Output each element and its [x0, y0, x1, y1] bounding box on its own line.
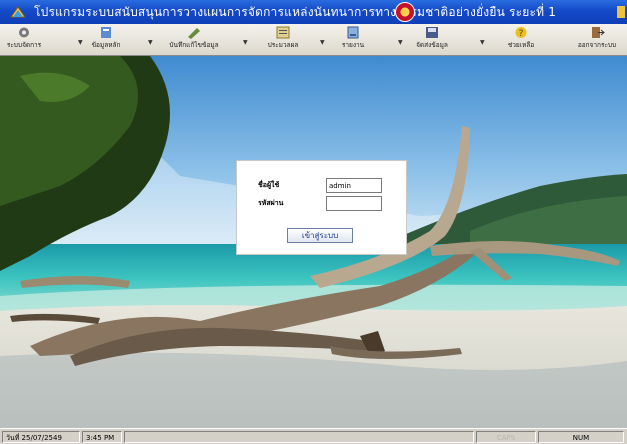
- password-label: รหัสผ่าน: [258, 199, 284, 207]
- toolbar-system-button[interactable]: ระบบจัดการ: [4, 25, 44, 54]
- toolbar-label: ระบบจัดการ: [6, 41, 42, 49]
- toolbar-help-button[interactable]: ? ช่วยเหลือ: [501, 25, 541, 54]
- toolbar-master-data-button[interactable]: ข้อมูลหลัก: [86, 25, 126, 54]
- main-toolbar: ระบบจัดการ ▼ ข้อมูลหลัก ▼ บันทึกแก้ไขข้อ…: [0, 24, 627, 56]
- exit-icon: [589, 26, 605, 39]
- status-time: 3:45 PM: [82, 431, 122, 443]
- help-icon: ?: [513, 26, 529, 39]
- toolbar-label: ข้อมูลหลัก: [91, 41, 121, 49]
- toolbar-exit-button[interactable]: ออกจากระบบ: [568, 25, 626, 54]
- toolbar-edit-data-button[interactable]: บันทึกแก้ไขข้อมูล: [158, 25, 230, 54]
- toolbar-send-data-button[interactable]: จัดส่งข้อมูล: [405, 25, 459, 54]
- edit-icon: [186, 26, 202, 39]
- dropdown-arrow-icon[interactable]: ▼: [243, 39, 248, 46]
- app-icon: [10, 6, 26, 18]
- dropdown-arrow-icon[interactable]: ▼: [148, 39, 153, 46]
- status-caps: CAPS: [476, 431, 536, 443]
- title-bar: โปรแกรมระบบสนับสนุนการวางแผนการจัดการแหล…: [0, 0, 627, 24]
- system-icon: [16, 26, 32, 39]
- password-field[interactable]: [326, 196, 382, 211]
- toolbar-label: รายงาน: [341, 41, 365, 49]
- emblem-icon: [395, 2, 415, 22]
- dropdown-arrow-icon[interactable]: ▼: [320, 39, 325, 46]
- login-dialog: ชื่อผู้ใช้ รหัสผ่าน เข้าสู่ระบบ: [236, 160, 407, 255]
- dropdown-arrow-icon[interactable]: ▼: [480, 39, 485, 46]
- toolbar-label: บันทึกแก้ไขข้อมูล: [169, 41, 219, 49]
- status-date: วันที่ 25/07/2549: [2, 431, 80, 443]
- database-icon: [98, 26, 114, 39]
- toolbar-label: ออกจากระบบ: [577, 41, 617, 49]
- toolbar-label: ช่วยเหลือ: [507, 41, 535, 49]
- process-icon: [275, 26, 291, 39]
- username-field[interactable]: [326, 178, 382, 193]
- corner-icon: [617, 6, 625, 18]
- status-num: NUM: [538, 431, 624, 443]
- toolbar-label: จัดส่งข้อมูล: [416, 41, 448, 49]
- status-bar: วันที่ 25/07/2549 3:45 PM CAPS NUM: [0, 428, 627, 444]
- status-blank: [124, 431, 474, 443]
- toolbar-report-button[interactable]: รายงาน: [333, 25, 373, 54]
- username-label: ชื่อผู้ใช้: [258, 181, 280, 189]
- toolbar-label: ประมวลผล: [267, 41, 299, 49]
- svg-text:?: ?: [519, 29, 524, 39]
- window-title: โปรแกรมระบบสนับสนุนการวางแผนการจัดการแหล…: [34, 5, 557, 19]
- dropdown-arrow-icon[interactable]: ▼: [78, 39, 83, 46]
- toolbar-process-button[interactable]: ประมวลผล: [258, 25, 308, 54]
- report-icon: [345, 26, 361, 39]
- login-button[interactable]: เข้าสู่ระบบ: [287, 228, 353, 243]
- dropdown-arrow-icon[interactable]: ▼: [398, 39, 403, 46]
- send-data-icon: [424, 26, 440, 39]
